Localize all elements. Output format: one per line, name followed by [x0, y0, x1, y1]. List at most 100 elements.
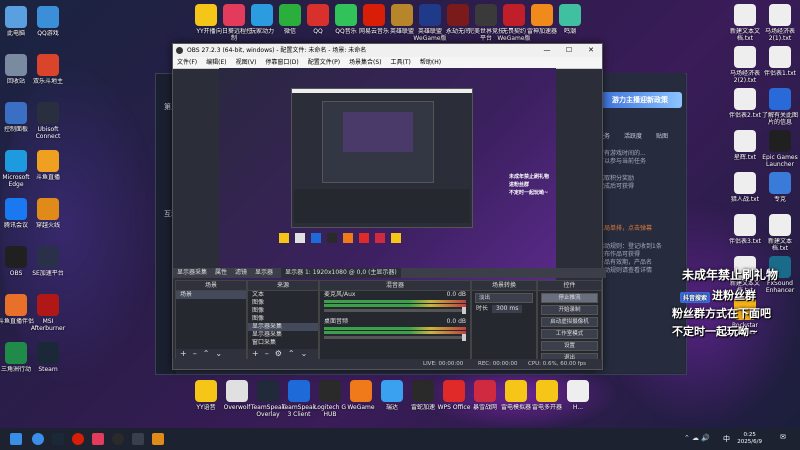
- desktop-icon[interactable]: 马场经济表2(1).txt: [760, 4, 800, 42]
- desktop-icon[interactable]: 猎人战.txt: [725, 172, 765, 203]
- desktop-icon[interactable]: QQ游戏: [28, 6, 68, 37]
- app-icon: [5, 342, 27, 364]
- app-icon: [769, 130, 791, 152]
- bg-app-banner[interactable]: 游力主播迎新政策: [598, 92, 682, 108]
- menu-docks[interactable]: 停靠窗口(D): [265, 57, 298, 68]
- preview-taskbar-icons: [279, 233, 549, 247]
- menu-edit[interactable]: 编辑(E): [206, 57, 226, 68]
- duration-input[interactable]: 300 ms: [492, 305, 523, 313]
- desktop-icon[interactable]: MSI Afterburner: [28, 294, 68, 332]
- desktop-icon[interactable]: 专克: [760, 172, 800, 203]
- menu-profile[interactable]: 配置文件(P): [308, 57, 340, 68]
- desktop-icon[interactable]: 伴侣表3.txt: [725, 214, 765, 245]
- studio-mode-button[interactable]: 工作室模式: [541, 329, 598, 339]
- obs-preview-canvas[interactable]: 未成年禁止刷礼物 进粉丝群 不定时一起玩呦~: [219, 68, 556, 288]
- display-select[interactable]: 显示器 1: 1920x1080 @ 0,0 (主显示器): [281, 268, 401, 278]
- start-icon[interactable]: [10, 433, 22, 445]
- sources-dock[interactable]: 来源 文本 图像 图像 图像 显示器采集 显示器采集 窗口采集 + – ⚙ ⌃ ⌄: [247, 280, 319, 360]
- tray-icons[interactable]: ⌃ ☁ 🔊: [684, 434, 710, 442]
- app-icon: [319, 380, 341, 402]
- desktop-icon[interactable]: 伴侣表1.txt: [760, 46, 800, 77]
- source-item[interactable]: 显示器采集: [248, 323, 318, 331]
- volume-slider[interactable]: [324, 307, 466, 314]
- desktop-icon[interactable]: 双乐斗地主: [28, 54, 68, 85]
- remove-icon[interactable]: –: [265, 349, 269, 359]
- source-item[interactable]: 显示器采集: [248, 331, 318, 339]
- desktop-icon[interactable]: Steam: [28, 342, 68, 373]
- desktop-icon[interactable]: 新建文本文档.txt: [725, 4, 765, 42]
- bg-app-tab[interactable]: 活跃度: [624, 131, 642, 140]
- netease-music-icon[interactable]: [72, 433, 84, 445]
- taskbar: ⌃ ☁ 🔊 中 0:25 2025/6/9 ✉: [0, 428, 800, 450]
- source-item[interactable]: 窗口采集: [248, 339, 318, 347]
- controls-dock[interactable]: 控件 停止推流 开始录制 启动虚拟摄像机 工作室模式 设置 退出: [537, 280, 602, 363]
- source-item[interactable]: 文本: [248, 291, 318, 299]
- down-icon[interactable]: ⌄: [215, 349, 222, 359]
- transition-select[interactable]: 淡出: [475, 293, 533, 303]
- virtual-camera-button[interactable]: 启动虚拟摄像机: [541, 317, 598, 327]
- source-item[interactable]: 图像: [248, 315, 318, 323]
- menu-tools[interactable]: 工具(T): [391, 57, 411, 68]
- bg-app-tab[interactable]: 贴图: [656, 131, 668, 140]
- scene-item[interactable]: 场景: [176, 291, 246, 299]
- desktop-icon[interactable]: 了解有关此图片的信息: [760, 88, 800, 126]
- minimize-icon[interactable]: —: [536, 44, 558, 57]
- maximize-icon[interactable]: ☐: [558, 44, 580, 57]
- desktop-icon[interactable]: 新建文本档.txt: [760, 214, 800, 252]
- transitions-dock[interactable]: 场景转换 淡出 时长 300 ms: [471, 280, 537, 360]
- game-icon[interactable]: [152, 433, 164, 445]
- desktop-icon[interactable]: 伴侣表2.txt: [725, 88, 765, 119]
- desktop-icon[interactable]: Ubisoft Connect: [28, 102, 68, 140]
- app-icon: [443, 380, 465, 402]
- app-icon[interactable]: [132, 433, 144, 445]
- notification-icon[interactable]: ✉: [780, 433, 792, 445]
- close-icon[interactable]: ✕: [580, 44, 602, 57]
- source-item[interactable]: 图像: [248, 299, 318, 307]
- start-recording-button[interactable]: 开始录制: [541, 305, 598, 315]
- source-item[interactable]: 图像: [248, 307, 318, 315]
- sunlogin-icon[interactable]: [92, 433, 104, 445]
- promo-tag: 抖音搜索: [680, 292, 711, 303]
- desktop-icon[interactable]: 斗鱼直播: [28, 150, 68, 181]
- desktop-icon[interactable]: SE加速平台: [28, 246, 68, 277]
- scenes-dock[interactable]: 场景 场景 + – ⌃ ⌄: [175, 280, 247, 360]
- obs-title-bar[interactable]: OBS 27.2.3 (64-bit, windows) - 配置文件: 未命名…: [173, 44, 602, 57]
- add-icon[interactable]: +: [180, 349, 187, 359]
- bg-app-text: 赢取积分奖励 完成后可获得: [598, 175, 635, 190]
- filters-button[interactable]: 滤镜: [235, 268, 247, 278]
- sources-dock-title: 来源: [248, 281, 318, 291]
- settings-button[interactable]: 设置: [541, 341, 598, 351]
- ime-indicator[interactable]: 中: [723, 434, 730, 444]
- menu-view[interactable]: 视图(V): [236, 57, 257, 68]
- mixer-dock[interactable]: 混音器 麦克风/Aux 0.0 dB 桌面音频 0.0 dB: [319, 280, 471, 360]
- properties-button[interactable]: 属性: [215, 268, 227, 278]
- menu-scene-collection[interactable]: 场景集合(S): [349, 57, 382, 68]
- menu-help[interactable]: 帮助(H): [420, 57, 441, 68]
- clock[interactable]: 0:25 2025/6/9: [737, 432, 762, 446]
- gear-icon[interactable]: ⚙: [275, 349, 282, 359]
- obs-status-bar: LIVE: 00:00:00 REC: 00:00:00 CPU: 0.6%, …: [173, 359, 602, 369]
- remove-icon[interactable]: –: [193, 349, 197, 359]
- app-icon: [769, 214, 791, 236]
- up-icon[interactable]: ⌃: [288, 349, 295, 359]
- desktop-icon[interactable]: 马场经济表2(2).txt: [725, 46, 765, 84]
- volume-slider[interactable]: [324, 334, 466, 341]
- obs-icon[interactable]: [112, 433, 124, 445]
- menu-file[interactable]: 文件(F): [177, 57, 197, 68]
- desktop-icon[interactable]: 星辉.txt: [725, 130, 765, 161]
- obs-logo-icon: [176, 47, 183, 54]
- desktop-icon-label: 新建文本档.txt: [767, 238, 792, 252]
- desktop-icon[interactable]: 穿越火线: [28, 198, 68, 229]
- add-icon[interactable]: +: [252, 349, 259, 359]
- edge-icon[interactable]: [32, 433, 44, 445]
- steam-icon[interactable]: [52, 433, 64, 445]
- obs-window[interactable]: OBS 27.2.3 (64-bit, windows) - 配置文件: 未命名…: [172, 43, 606, 370]
- stop-streaming-button[interactable]: 停止推流: [541, 293, 598, 303]
- down-icon[interactable]: ⌄: [301, 349, 308, 359]
- app-icon: [734, 88, 756, 110]
- desktop-icon[interactable]: H...: [558, 380, 598, 411]
- up-icon[interactable]: ⌃: [203, 349, 210, 359]
- desktop-icon[interactable]: Epic Games Launcher: [760, 130, 800, 168]
- app-icon: [5, 246, 27, 268]
- desktop-icon[interactable]: 鸣潮: [550, 4, 590, 35]
